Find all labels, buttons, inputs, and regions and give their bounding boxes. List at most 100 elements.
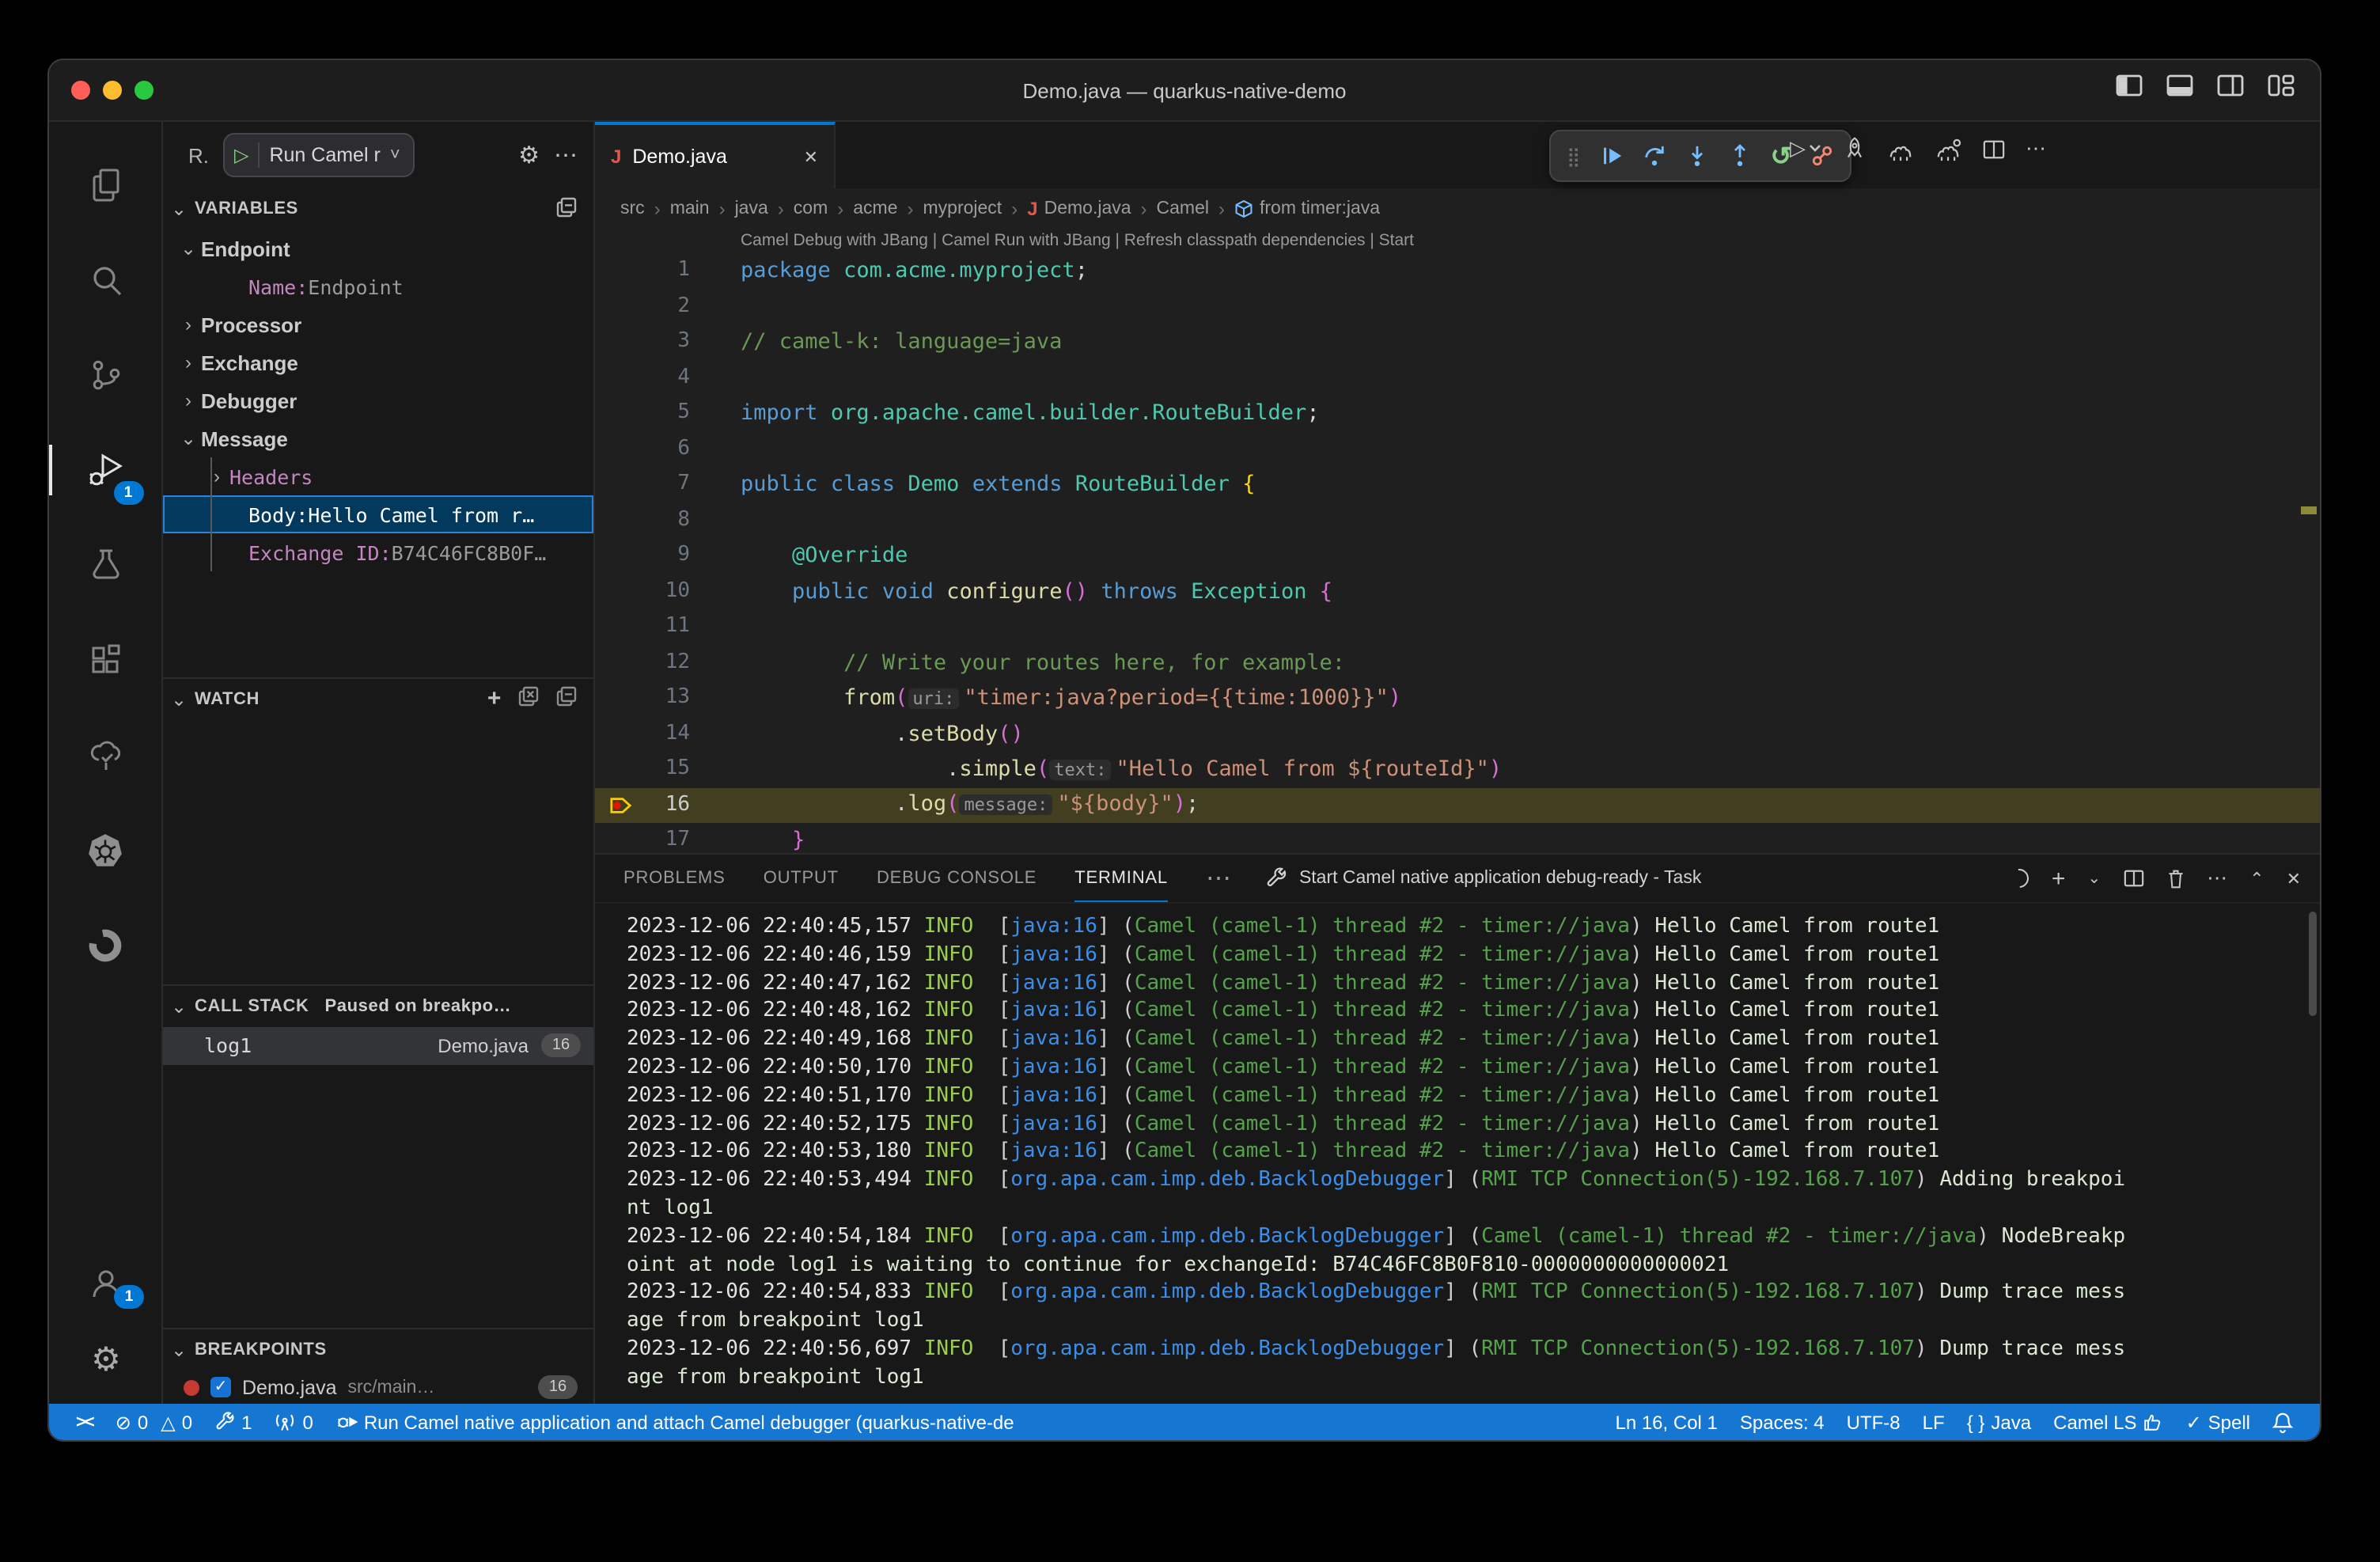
language-status[interactable]: { } Java bbox=[1956, 1411, 2042, 1433]
toggle-panel-icon[interactable] bbox=[2166, 74, 2193, 97]
breadcrumb-item-demo-java[interactable]: JDemo.java bbox=[1027, 197, 1131, 219]
code-line-1[interactable]: 1package com.acme.myproject; bbox=[595, 253, 2320, 289]
extensions-icon[interactable] bbox=[48, 612, 162, 707]
configure-gear-icon[interactable]: ⚙ bbox=[518, 141, 540, 169]
variables-header[interactable]: ⌄ VARIABLES bbox=[163, 188, 593, 229]
variable-row-endpoint[interactable]: ⌄Endpoint bbox=[163, 229, 593, 267]
code-line-15[interactable]: 15 .simple(text:"Hello Camel from ${rout… bbox=[595, 752, 2320, 787]
code-line-12[interactable]: 12 // Write your routes here, for exampl… bbox=[595, 645, 2320, 681]
notifications-bell-icon[interactable] bbox=[2261, 1411, 2304, 1433]
panel-tab-debug-console[interactable]: DEBUG CONSOLE bbox=[877, 855, 1037, 902]
quarkus-rocket-icon[interactable] bbox=[1842, 136, 1867, 161]
breakpoints-header[interactable]: ⌄ BREAKPOINTS bbox=[163, 1328, 593, 1371]
step-into-icon[interactable] bbox=[1685, 144, 1709, 168]
continue-icon[interactable] bbox=[1600, 144, 1624, 168]
accounts-icon[interactable]: 1 bbox=[49, 1245, 163, 1321]
breadcrumb-item-src[interactable]: src bbox=[620, 199, 645, 218]
terminal-scrollbar[interactable] bbox=[2309, 912, 2317, 1016]
variable-row-body-[interactable]: Body: Hello Camel from r… bbox=[163, 495, 593, 533]
debug-views-more-icon[interactable]: ⋯ bbox=[554, 141, 578, 169]
split-terminal-icon[interactable] bbox=[2123, 869, 2143, 888]
breadcrumb-item-com[interactable]: com bbox=[794, 199, 828, 218]
start-debug-icon[interactable]: ▷ bbox=[234, 144, 248, 166]
close-window-button[interactable] bbox=[71, 81, 90, 100]
call-stack-header[interactable]: ⌄ CALL STACK Paused on breakpo… bbox=[163, 984, 593, 1027]
ports-status[interactable]: 0 bbox=[263, 1404, 324, 1440]
minimize-window-button[interactable] bbox=[103, 81, 122, 100]
panel-tab-problems[interactable]: PROBLEMS bbox=[623, 855, 726, 902]
eol-status[interactable]: LF bbox=[1912, 1411, 1956, 1433]
settings-gear-icon[interactable]: ⚙ bbox=[49, 1321, 163, 1397]
collapse-all-icon[interactable] bbox=[555, 195, 578, 222]
toggle-primary-sidebar-icon[interactable] bbox=[2116, 74, 2143, 97]
customize-layout-icon[interactable] bbox=[2268, 74, 2295, 97]
code-line-9[interactable]: 9 @Override bbox=[595, 538, 2320, 574]
zoom-window-button[interactable] bbox=[135, 81, 153, 100]
breadcrumb-item-camel[interactable]: Camel bbox=[1157, 199, 1209, 218]
code-line-16[interactable]: 16 .log(message:"${body}"); bbox=[595, 787, 2320, 823]
editor-more-actions-icon[interactable]: ⋯ bbox=[2026, 136, 2046, 161]
camel-run-icon[interactable] bbox=[1888, 137, 1915, 161]
restart-icon[interactable]: ↺ bbox=[1771, 140, 1792, 172]
step-out-icon[interactable] bbox=[1728, 144, 1752, 168]
variable-row-debugger[interactable]: ›Debugger bbox=[163, 381, 593, 419]
terminal-output[interactable]: 2023-12-06 22:40:45,157 INFO [java:16] (… bbox=[595, 904, 2320, 1404]
kill-terminal-icon[interactable] bbox=[2166, 868, 2185, 889]
variable-row-message[interactable]: ⌄Message bbox=[163, 419, 593, 457]
explorer-icon[interactable] bbox=[48, 138, 162, 233]
problems-status[interactable]: ⊘ 0 △ 0 bbox=[104, 1404, 203, 1440]
indentation-status[interactable]: Spaces: 4 bbox=[1729, 1411, 1836, 1433]
breadcrumb-item-myproject[interactable]: myproject bbox=[923, 199, 1002, 218]
breadcrumb-item-java[interactable]: java bbox=[735, 199, 768, 218]
add-expression-icon[interactable]: + bbox=[487, 685, 502, 712]
testing-icon[interactable] bbox=[48, 518, 162, 612]
terminal-dropdown-icon[interactable]: ⌄ bbox=[2087, 870, 2101, 887]
stack-frame-row[interactable]: log1 Demo.java 16 bbox=[163, 1027, 593, 1065]
variable-row-headers[interactable]: ›Headers bbox=[163, 457, 593, 495]
variable-row-processor[interactable]: ›Processor bbox=[163, 305, 593, 343]
run-and-debug-icon[interactable]: 1 bbox=[48, 423, 162, 518]
split-editor-icon[interactable] bbox=[1983, 138, 2005, 159]
breadcrumb-item-acme[interactable]: acme bbox=[853, 199, 897, 218]
panel-tab-terminal[interactable]: TERMINAL bbox=[1074, 855, 1168, 902]
panel-tab-output[interactable]: OUTPUT bbox=[764, 855, 839, 902]
running-tasks-status[interactable]: 1 bbox=[203, 1404, 263, 1440]
variable-row-exchange-id-[interactable]: Exchange ID: B74C46FC8B0F… bbox=[163, 533, 593, 571]
remove-all-expressions-icon[interactable] bbox=[517, 685, 540, 712]
debug-status[interactable]: Run Camel native application and attach … bbox=[324, 1404, 1025, 1440]
variable-row-name-[interactable]: Name: Endpoint bbox=[163, 267, 593, 305]
panel-more-tabs-icon[interactable]: ⋯ bbox=[1206, 863, 1231, 894]
code-line-3[interactable]: 3// camel-k: language=java bbox=[595, 324, 2320, 360]
openshift-icon[interactable] bbox=[48, 897, 162, 992]
toggle-secondary-sidebar-icon[interactable] bbox=[2217, 74, 2244, 97]
kubernetes-icon[interactable] bbox=[48, 802, 162, 897]
panel-more-actions-icon[interactable]: ⋯ bbox=[2207, 866, 2227, 891]
code-line-14[interactable]: 14 .setBody() bbox=[595, 716, 2320, 752]
search-icon[interactable] bbox=[48, 233, 162, 328]
camel-debug-icon[interactable] bbox=[1935, 137, 1962, 161]
code-editor[interactable]: Camel Debug with JBang | Camel Run with … bbox=[595, 228, 2320, 853]
code-line-7[interactable]: 7public class Demo extends RouteBuilder … bbox=[595, 467, 2320, 502]
tab-demo-java[interactable]: J Demo.java ✕ bbox=[595, 122, 836, 188]
step-over-icon[interactable] bbox=[1643, 144, 1666, 168]
code-line-8[interactable]: 8 bbox=[595, 502, 2320, 538]
toolbar-drag-handle[interactable]: ⣿ bbox=[1567, 145, 1581, 167]
encoding-status[interactable]: UTF-8 bbox=[1836, 1411, 1912, 1433]
codelens-actions[interactable]: Camel Debug with JBang | Camel Run with … bbox=[595, 228, 2320, 253]
spell-status[interactable]: ✓ Spell bbox=[2175, 1411, 2262, 1433]
code-line-13[interactable]: 13 from(uri:"timer:java?period={{time:10… bbox=[595, 681, 2320, 716]
new-terminal-icon[interactable]: + bbox=[2052, 865, 2066, 892]
terminal-task-item[interactable]: Start Camel native application debug-rea… bbox=[1266, 867, 1701, 889]
remote-indicator[interactable]: >< bbox=[65, 1404, 104, 1440]
watch-header[interactable]: ⌄ WATCH + bbox=[163, 677, 593, 719]
cursor-position[interactable]: Ln 16, Col 1 bbox=[1604, 1411, 1728, 1433]
breakpoint-row[interactable]: ✓ Demo.java src/main… 16 bbox=[163, 1371, 593, 1404]
breadcrumb-item-from-timer-java[interactable]: from timer:java bbox=[1234, 199, 1380, 218]
variable-row-exchange[interactable]: ›Exchange bbox=[163, 343, 593, 381]
launch-config-dropdown[interactable]: ▷ Run Camel r ˅ bbox=[223, 133, 415, 177]
tree-check-icon[interactable] bbox=[48, 707, 162, 802]
collapse-all-icon[interactable] bbox=[555, 685, 578, 712]
code-line-5[interactable]: 5import org.apache.camel.builder.RouteBu… bbox=[595, 396, 2320, 431]
code-line-11[interactable]: 11 bbox=[595, 609, 2320, 645]
close-tab-icon[interactable]: ✕ bbox=[804, 146, 818, 167]
